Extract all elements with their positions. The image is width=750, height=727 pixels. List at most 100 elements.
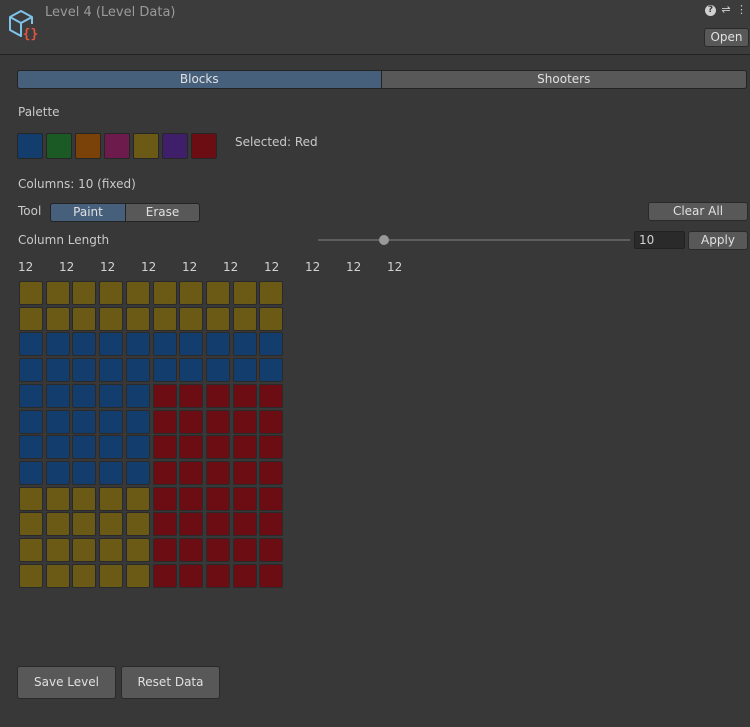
grid-cell[interactable] bbox=[99, 307, 123, 331]
grid-cell[interactable] bbox=[259, 307, 283, 331]
grid-cell[interactable] bbox=[153, 564, 177, 588]
grid-cell[interactable] bbox=[72, 384, 96, 408]
erase-tool-button[interactable]: Erase bbox=[126, 203, 200, 222]
grid-cell[interactable] bbox=[233, 332, 257, 356]
grid-cell[interactable] bbox=[179, 487, 203, 511]
grid-cell[interactable] bbox=[259, 512, 283, 536]
grid-cell[interactable] bbox=[99, 358, 123, 382]
grid-cell[interactable] bbox=[19, 435, 43, 459]
grid-cell[interactable] bbox=[233, 564, 257, 588]
clear-all-button[interactable]: Clear All bbox=[648, 202, 748, 221]
grid-cell[interactable] bbox=[153, 358, 177, 382]
palette-swatch-green[interactable] bbox=[46, 133, 72, 159]
grid-cell[interactable] bbox=[233, 435, 257, 459]
palette-swatch-red[interactable] bbox=[191, 133, 217, 159]
grid-cell[interactable] bbox=[126, 332, 150, 356]
grid-cell[interactable] bbox=[153, 487, 177, 511]
grid-cell[interactable] bbox=[259, 564, 283, 588]
grid-cell[interactable] bbox=[259, 461, 283, 485]
grid-cell[interactable] bbox=[19, 332, 43, 356]
grid-cell[interactable] bbox=[99, 461, 123, 485]
grid-cell[interactable] bbox=[179, 384, 203, 408]
grid-cell[interactable] bbox=[206, 384, 230, 408]
grid-cell[interactable] bbox=[72, 512, 96, 536]
grid-cell[interactable] bbox=[99, 384, 123, 408]
grid-cell[interactable] bbox=[206, 461, 230, 485]
grid-cell[interactable] bbox=[206, 538, 230, 562]
grid-cell[interactable] bbox=[72, 281, 96, 305]
palette-swatch-orange[interactable] bbox=[75, 133, 101, 159]
grid-cell[interactable] bbox=[153, 384, 177, 408]
grid-cell[interactable] bbox=[206, 332, 230, 356]
more-icon[interactable]: ⋮ bbox=[736, 4, 747, 16]
grid-cell[interactable] bbox=[259, 538, 283, 562]
grid-cell[interactable] bbox=[46, 332, 70, 356]
grid-cell[interactable] bbox=[126, 512, 150, 536]
grid-cell[interactable] bbox=[126, 358, 150, 382]
grid-cell[interactable] bbox=[206, 307, 230, 331]
paint-tool-button[interactable]: Paint bbox=[50, 203, 126, 222]
grid-cell[interactable] bbox=[259, 487, 283, 511]
grid-cell[interactable] bbox=[233, 358, 257, 382]
grid-cell[interactable] bbox=[233, 384, 257, 408]
grid-cell[interactable] bbox=[206, 410, 230, 434]
grid-cell[interactable] bbox=[19, 461, 43, 485]
grid-cell[interactable] bbox=[126, 461, 150, 485]
grid-cell[interactable] bbox=[233, 512, 257, 536]
grid-cell[interactable] bbox=[19, 307, 43, 331]
grid-cell[interactable] bbox=[72, 435, 96, 459]
grid-cell[interactable] bbox=[206, 487, 230, 511]
grid-cell[interactable] bbox=[46, 307, 70, 331]
grid-cell[interactable] bbox=[72, 332, 96, 356]
grid-cell[interactable] bbox=[99, 564, 123, 588]
grid-cell[interactable] bbox=[153, 512, 177, 536]
grid-cell[interactable] bbox=[72, 410, 96, 434]
grid-cell[interactable] bbox=[19, 384, 43, 408]
grid-cell[interactable] bbox=[46, 435, 70, 459]
grid-cell[interactable] bbox=[259, 332, 283, 356]
grid-cell[interactable] bbox=[72, 307, 96, 331]
grid-cell[interactable] bbox=[72, 564, 96, 588]
tab-blocks[interactable]: Blocks bbox=[17, 70, 382, 89]
grid-cell[interactable] bbox=[19, 564, 43, 588]
help-icon[interactable]: ? bbox=[705, 4, 716, 16]
grid-cell[interactable] bbox=[259, 358, 283, 382]
grid-cell[interactable] bbox=[72, 461, 96, 485]
grid-cell[interactable] bbox=[206, 512, 230, 536]
grid-cell[interactable] bbox=[179, 538, 203, 562]
grid-cell[interactable] bbox=[46, 564, 70, 588]
palette-swatch-pink[interactable] bbox=[104, 133, 130, 159]
grid-cell[interactable] bbox=[259, 384, 283, 408]
grid-cell[interactable] bbox=[179, 410, 203, 434]
grid-cell[interactable] bbox=[19, 410, 43, 434]
grid-cell[interactable] bbox=[46, 410, 70, 434]
grid-cell[interactable] bbox=[99, 435, 123, 459]
palette-swatch-purple[interactable] bbox=[162, 133, 188, 159]
grid-cell[interactable] bbox=[72, 487, 96, 511]
grid-cell[interactable] bbox=[46, 281, 70, 305]
grid-cell[interactable] bbox=[259, 410, 283, 434]
grid-cell[interactable] bbox=[206, 435, 230, 459]
palette-swatch-yellow[interactable] bbox=[133, 133, 159, 159]
grid-cell[interactable] bbox=[126, 384, 150, 408]
grid-cell[interactable] bbox=[179, 461, 203, 485]
column-length-slider[interactable] bbox=[318, 239, 630, 241]
grid-cell[interactable] bbox=[153, 332, 177, 356]
grid-cell[interactable] bbox=[179, 307, 203, 331]
grid-cell[interactable] bbox=[19, 512, 43, 536]
grid-cell[interactable] bbox=[259, 435, 283, 459]
grid-cell[interactable] bbox=[19, 538, 43, 562]
grid-cell[interactable] bbox=[179, 435, 203, 459]
grid-cell[interactable] bbox=[99, 281, 123, 305]
grid-cell[interactable] bbox=[99, 332, 123, 356]
grid-cell[interactable] bbox=[126, 410, 150, 434]
grid-cell[interactable] bbox=[46, 538, 70, 562]
grid-cell[interactable] bbox=[46, 461, 70, 485]
open-button[interactable]: Open bbox=[704, 28, 749, 47]
grid-cell[interactable] bbox=[179, 281, 203, 305]
slider-thumb[interactable] bbox=[378, 235, 389, 245]
grid-cell[interactable] bbox=[126, 435, 150, 459]
save-level-button[interactable]: Save Level bbox=[17, 666, 116, 699]
grid-cell[interactable] bbox=[99, 512, 123, 536]
grid-cell[interactable] bbox=[206, 564, 230, 588]
